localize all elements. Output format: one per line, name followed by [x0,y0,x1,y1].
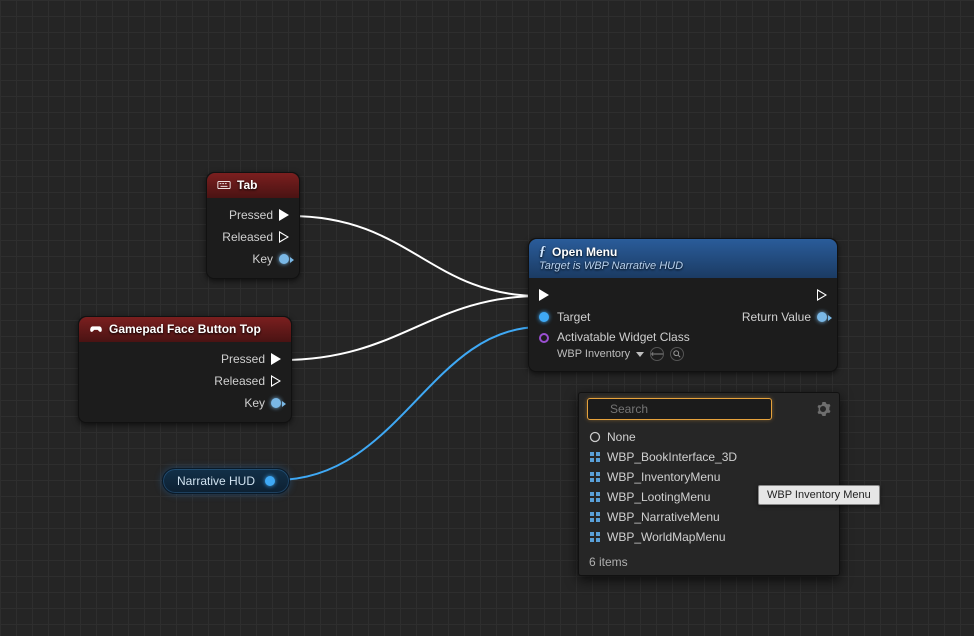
function-icon: ƒ [539,244,546,260]
pin-label-released: Released [214,374,265,388]
asset-item[interactable]: WBP_BookInterface_3D [579,447,839,467]
asset-item[interactable]: WBP_NarrativeMenu [579,507,839,527]
exec-pin-pressed[interactable] [279,209,289,221]
widget-class-value[interactable]: WBP Inventory [557,348,630,360]
node-title: Gamepad Face Button Top [109,322,261,336]
blueprint-icon [589,511,601,523]
node-body: Pressed Released Key [207,198,299,278]
asset-label: WBP_BookInterface_3D [607,450,737,464]
data-pin-out[interactable] [265,476,275,486]
asset-label: WBP_InventoryMenu [607,470,720,484]
variable-label: Narrative HUD [177,474,255,488]
data-pin-widget-class[interactable] [539,333,549,343]
node-title: Tab [237,178,257,192]
picker-footer: 6 items [579,549,839,575]
chevron-down-icon[interactable] [636,352,644,357]
asset-item[interactable]: None [579,427,839,447]
pin-label-released: Released [222,230,273,244]
pin-label-pressed: Pressed [229,208,273,222]
none-icon [589,431,601,443]
node-variable-narrative-hud[interactable]: Narrative HUD [162,468,290,494]
asset-label: None [607,430,636,444]
asset-label: WBP_WorldMapMenu [607,530,726,544]
node-body: Pressed Released Key [79,342,291,422]
node-header[interactable]: Tab [207,173,299,198]
node-gamepad-face-top[interactable]: Gamepad Face Button Top Pressed Released… [78,316,292,423]
pin-label-key: Key [244,396,265,410]
node-header[interactable]: Gamepad Face Button Top [79,317,291,342]
pin-label-target: Target [557,310,590,324]
class-picker-popup[interactable]: None WBP_BookInterface_3D WBP_InventoryMen… [578,392,840,576]
data-pin-target[interactable] [539,312,549,322]
gear-icon[interactable] [815,401,831,417]
pin-label-key: Key [252,252,273,266]
tooltip: WBP Inventory Menu [758,485,880,505]
node-title: Open Menu [552,245,617,259]
node-subtitle: Target is WBP Narrative HUD [539,260,827,272]
data-pin-key[interactable] [271,398,281,408]
data-pin-return[interactable] [817,312,827,322]
asset-label: WBP_NarrativeMenu [607,510,720,524]
pin-label-pressed: Pressed [221,352,265,366]
data-pin-key[interactable] [279,254,289,264]
exec-pin-out[interactable] [817,289,827,301]
browse-button[interactable] [670,347,684,361]
blueprint-icon [589,451,601,463]
asset-label: WBP_LootingMenu [607,490,710,504]
node-header[interactable]: ƒ Open Menu Target is WBP Narrative HUD [529,239,837,278]
asset-item[interactable]: WBP_InventoryMenu [579,467,839,487]
blueprint-icon [589,491,601,503]
use-selected-button[interactable]: ⟵ [650,347,664,361]
blueprint-icon [589,531,601,543]
exec-pin-in[interactable] [539,289,549,301]
node-open-menu[interactable]: ƒ Open Menu Target is WBP Narrative HUD … [528,238,838,372]
search-input[interactable] [587,398,772,420]
blueprint-icon [589,471,601,483]
exec-pin-released[interactable] [279,231,289,243]
exec-pin-released[interactable] [271,375,281,387]
pin-label-return: Return Value [742,310,811,324]
asset-item[interactable]: WBP_WorldMapMenu [579,527,839,547]
gamepad-icon [89,322,103,336]
node-body: Target Return Value Activatable Widget C… [529,278,837,371]
exec-pin-pressed[interactable] [271,353,281,365]
search-icon [673,350,681,358]
keyboard-icon [217,178,231,192]
pin-label-widget-class: Activatable Widget Class [557,330,690,344]
node-tab-key[interactable]: Tab Pressed Released Key [206,172,300,279]
